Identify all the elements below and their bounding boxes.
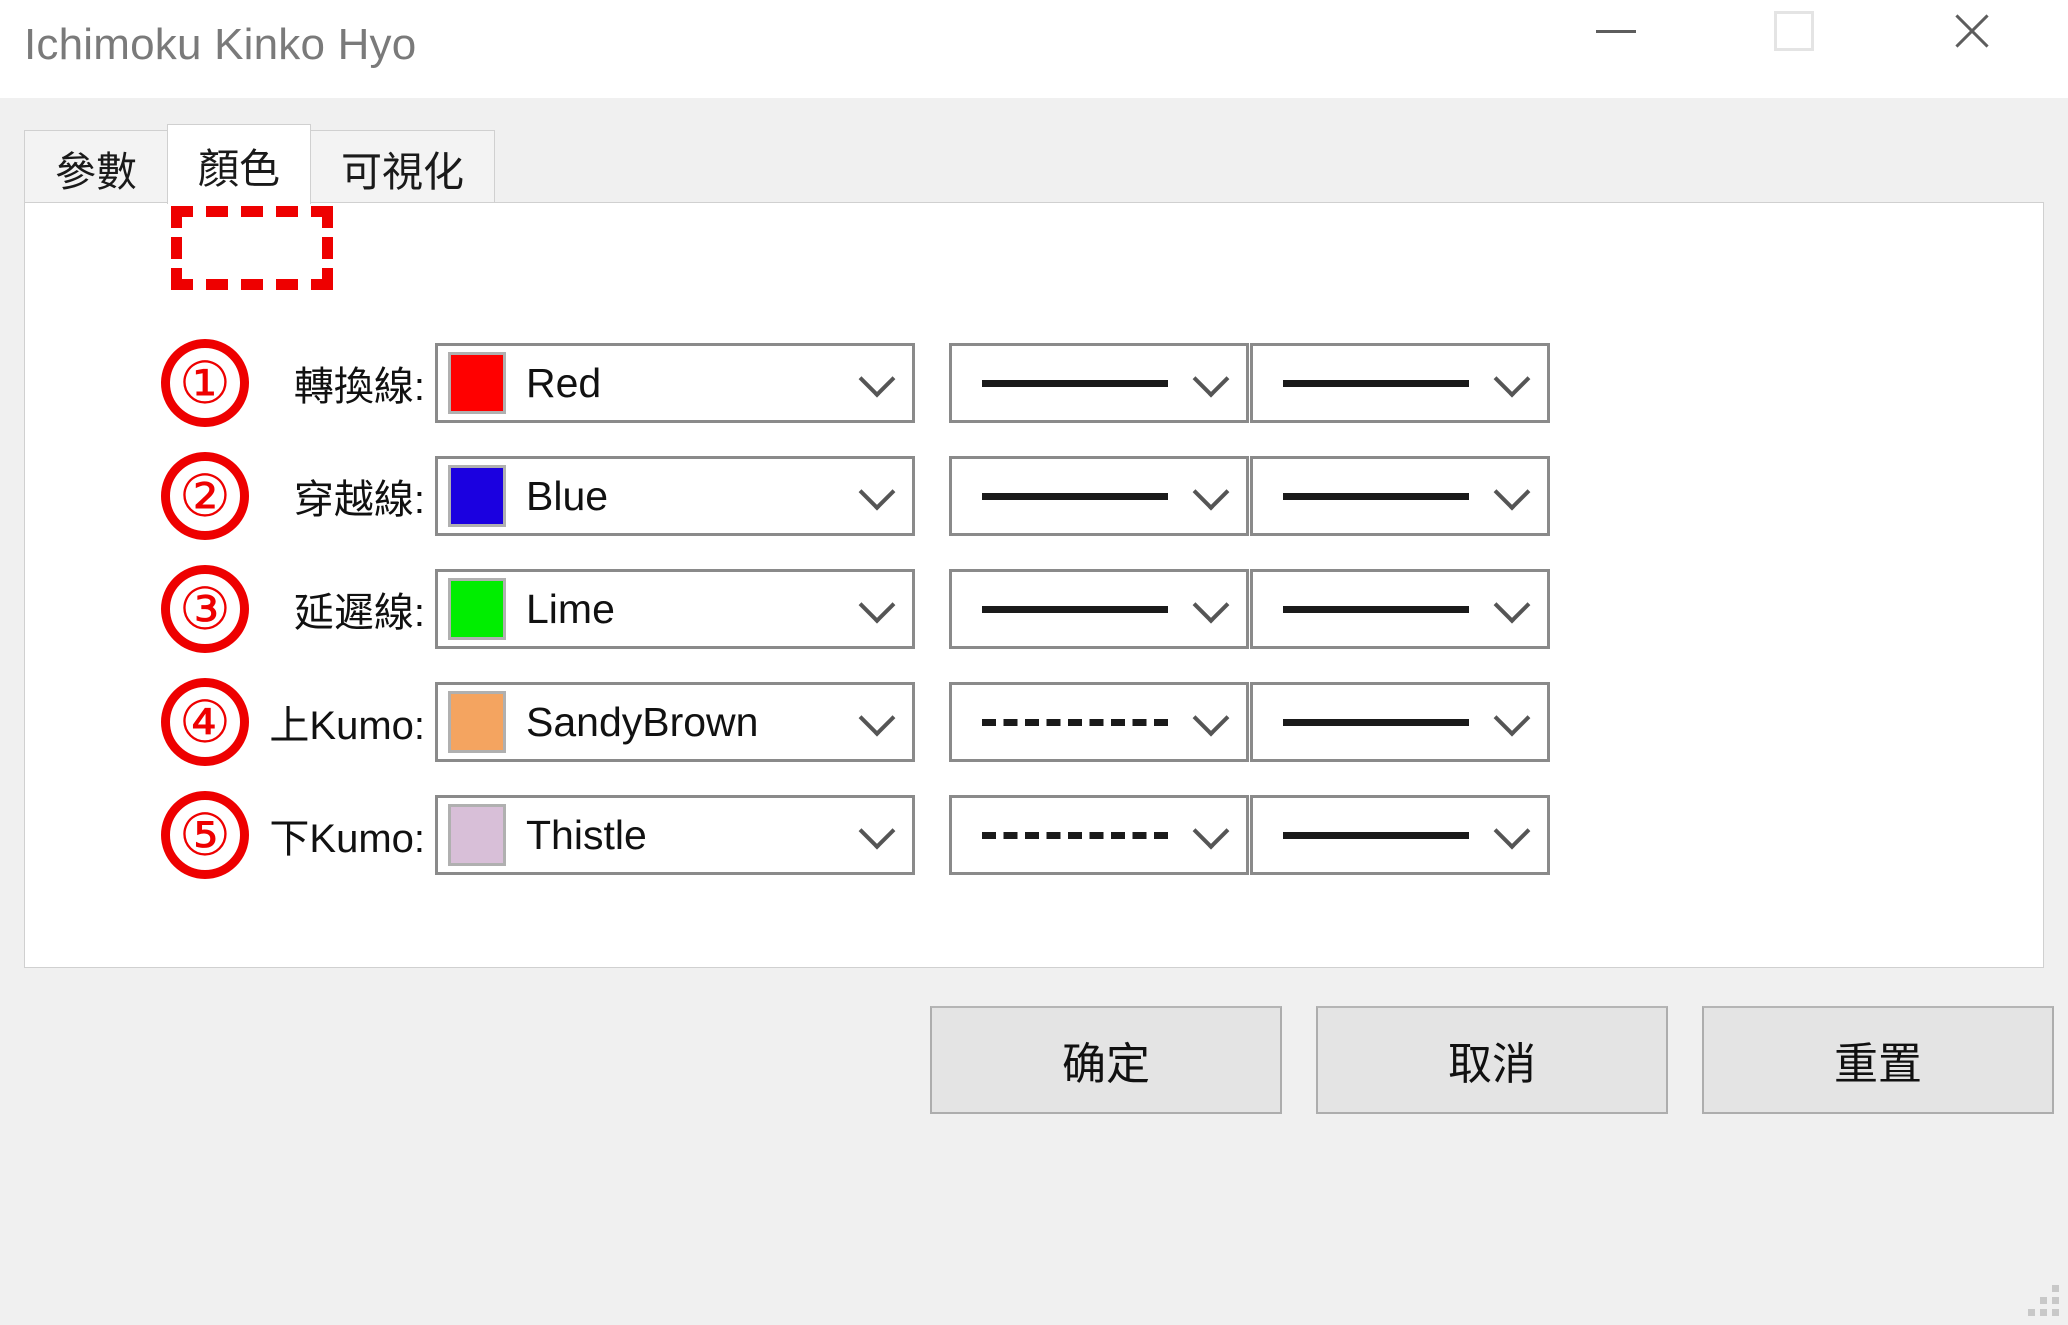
maximize-button[interactable]: [1750, 0, 1838, 62]
step-badge-4: ④: [161, 678, 249, 766]
color-swatch-lower-kumo: [448, 804, 506, 866]
row-label-tenkan: 轉換線:: [293, 365, 425, 409]
color-select-lower-kumo[interactable]: Thistle: [435, 795, 915, 875]
line-style-select-upper-kumo[interactable]: [949, 682, 1249, 762]
table-row: ② 穿越線: Blue: [25, 452, 2043, 540]
chevron-down-icon: [1192, 699, 1230, 737]
chevron-down-icon: [1192, 812, 1230, 850]
chevron-down-icon: [1192, 586, 1230, 624]
step-badge-5: ⑤: [161, 791, 249, 879]
line-style-select-tenkan[interactable]: [949, 343, 1249, 423]
row-label-lower-kumo: 下Kumo:: [269, 817, 425, 861]
chevron-down-icon: [1493, 812, 1531, 850]
line-style-preview-kijun: [982, 492, 1168, 500]
chevron-down-icon: [858, 812, 896, 850]
tab-bar: 參數 顏色 可視化: [24, 124, 495, 204]
window-title: Ichimoku Kinko Hyo: [24, 20, 417, 69]
color-select-upper-kumo[interactable]: SandyBrown: [435, 682, 915, 762]
chevron-down-icon: [858, 360, 896, 398]
dialog-footer: 确定 取消 重置: [0, 998, 2068, 1168]
color-select-kijun[interactable]: Blue: [435, 456, 915, 536]
minimize-button[interactable]: [1572, 0, 1660, 62]
table-row: ④ 上Kumo: SandyBrown: [25, 678, 2043, 766]
color-settings-list: ① 轉換線: Red ② 穿越線: Blue ③ 延遲線: Lime ④ 上Ku…: [25, 203, 2043, 967]
tab-colors[interactable]: 顏色: [167, 124, 311, 204]
color-name-kijun: Blue: [526, 472, 609, 519]
line-style-select-kijun[interactable]: [949, 456, 1249, 536]
chevron-down-icon: [858, 586, 896, 624]
maximize-icon: [1774, 11, 1814, 51]
color-name-tenkan: Red: [526, 359, 602, 406]
color-name-chikou: Lime: [526, 585, 615, 632]
minimize-icon: [1596, 29, 1636, 33]
cancel-button[interactable]: 取消: [1316, 1006, 1668, 1114]
colors-tab-panel: ① 轉換線: Red ② 穿越線: Blue ③ 延遲線: Lime ④ 上Ku…: [24, 202, 2044, 968]
dialog-body: 參數 顏色 可視化 ① 轉換線: Red ② 穿越線: Blue ③ 延遲線: …: [0, 98, 2068, 1325]
line-style-preview-tenkan: [982, 379, 1168, 387]
line-style-select-chikou[interactable]: [949, 569, 1249, 649]
color-name-lower-kumo: Thistle: [526, 811, 647, 858]
color-select-chikou[interactable]: Lime: [435, 569, 915, 649]
line-style-select-lower-kumo[interactable]: [949, 795, 1249, 875]
line-width-preview-kijun: [1283, 492, 1469, 500]
chevron-down-icon: [1493, 473, 1531, 511]
chevron-down-icon: [1493, 699, 1531, 737]
line-width-select-chikou[interactable]: [1250, 569, 1550, 649]
chevron-down-icon: [1493, 586, 1531, 624]
line-style-preview-chikou: [982, 605, 1168, 613]
line-width-preview-tenkan: [1283, 379, 1469, 387]
color-select-tenkan[interactable]: Red: [435, 343, 915, 423]
line-width-preview-lower-kumo: [1283, 831, 1469, 839]
line-width-select-kijun[interactable]: [1250, 456, 1550, 536]
chevron-down-icon: [858, 699, 896, 737]
step-badge-1: ①: [161, 339, 249, 427]
close-button[interactable]: [1928, 0, 2016, 62]
dialog-window: Ichimoku Kinko Hyo 參數 顏色 可視化 ① 轉換線: Red …: [0, 0, 2068, 1325]
tab-visualization[interactable]: 可視化: [310, 130, 495, 204]
row-label-chikou: 延遲線:: [293, 591, 425, 635]
title-bar: Ichimoku Kinko Hyo: [0, 0, 2068, 98]
chevron-down-icon: [858, 473, 896, 511]
table-row: ⑤ 下Kumo: Thistle: [25, 791, 2043, 879]
table-row: ① 轉換線: Red: [25, 339, 2043, 427]
ok-button[interactable]: 确定: [930, 1006, 1282, 1114]
table-row: ③ 延遲線: Lime: [25, 565, 2043, 653]
step-badge-2: ②: [161, 452, 249, 540]
line-width-select-tenkan[interactable]: [1250, 343, 1550, 423]
line-width-preview-upper-kumo: [1283, 718, 1469, 726]
line-style-preview-upper-kumo: [982, 718, 1168, 726]
resize-grip[interactable]: [2026, 1283, 2060, 1317]
row-label-kijun: 穿越線:: [293, 478, 425, 522]
tab-parameters[interactable]: 參數: [24, 130, 168, 204]
line-width-select-lower-kumo[interactable]: [1250, 795, 1550, 875]
chevron-down-icon: [1493, 360, 1531, 398]
line-width-preview-chikou: [1283, 605, 1469, 613]
reset-button[interactable]: 重置: [1702, 1006, 2054, 1114]
line-width-select-upper-kumo[interactable]: [1250, 682, 1550, 762]
step-badge-3: ③: [161, 565, 249, 653]
color-swatch-kijun: [448, 465, 506, 527]
chevron-down-icon: [1192, 360, 1230, 398]
chevron-down-icon: [1192, 473, 1230, 511]
line-style-preview-lower-kumo: [982, 831, 1168, 839]
color-swatch-chikou: [448, 578, 506, 640]
color-name-upper-kumo: SandyBrown: [526, 698, 759, 745]
color-swatch-upper-kumo: [448, 691, 506, 753]
row-label-upper-kumo: 上Kumo:: [269, 704, 425, 748]
close-icon: [1950, 9, 1994, 53]
color-swatch-tenkan: [448, 352, 506, 414]
